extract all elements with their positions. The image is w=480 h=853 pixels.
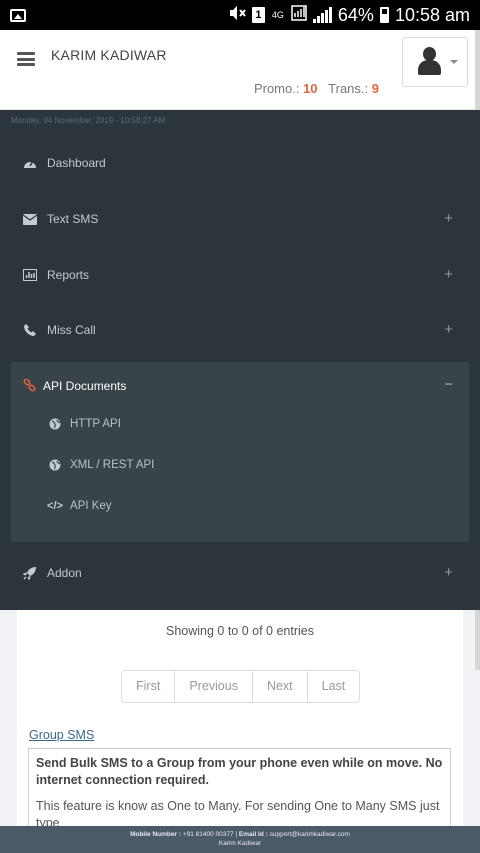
globe-icon (48, 417, 62, 431)
sidebar: Monday, 04 November, 2019 - 10:58:27 AM … (0, 110, 480, 610)
api-documents-group: API Documents − HTTP API XML / REST API … (11, 362, 469, 542)
expand-plus-icon[interactable]: + (444, 210, 453, 227)
rocket-icon (23, 566, 37, 580)
footer-email-label: Email Id : (238, 831, 268, 838)
sidebar-item-dashboard[interactable]: Dashboard (0, 143, 480, 183)
menu-toggle-icon[interactable] (17, 52, 35, 66)
caret-down-icon (450, 60, 458, 64)
group-sms-headline: Send Bulk SMS to a Group from your phone… (36, 756, 443, 787)
phone-icon (23, 323, 37, 337)
sms-credits: Promo.: 10 Trans.: 9 (254, 81, 379, 96)
sidebar-item-label: API Documents (43, 379, 127, 393)
avatar-icon (423, 47, 436, 61)
sidebar-subitem-label: HTTP API (70, 418, 121, 430)
sidebar-subitem-label: API Key (70, 500, 112, 512)
promo-label: Promo.: (253, 81, 300, 96)
sidebar-item-addon[interactable]: Addon + (0, 553, 480, 593)
user-menu-button[interactable] (402, 37, 468, 87)
data-icon (291, 4, 307, 26)
code-icon: </> (47, 500, 63, 512)
expand-plus-icon[interactable]: + (444, 266, 453, 283)
collapse-minus-icon[interactable]: − (444, 376, 453, 393)
battery-icon (379, 7, 389, 23)
bar-chart-icon (23, 268, 37, 282)
trans-count: 9 (371, 81, 379, 96)
footer-email-value[interactable]: support@karimkadiwar.com (270, 831, 350, 838)
user-name: KARIM KADIWAR (51, 47, 167, 63)
footer-mobile-value: +91 81400 00377 (182, 831, 234, 838)
pagination: First Previous Next Last (121, 670, 361, 703)
table-info: Showing 0 to 0 of 0 entries (165, 624, 314, 638)
envelope-icon (23, 212, 37, 226)
footer-owner: Karim Kadiwar (218, 840, 262, 847)
status-bar: 1 4G 64% 10:58 am (0, 0, 480, 30)
trans-label: Trans.: (328, 81, 369, 96)
sidebar-item-label: Dashboard (47, 156, 106, 170)
app-header: KARIM KADIWAR Promo.: 10 Trans.: 9 (0, 30, 480, 110)
expand-plus-icon[interactable]: + (444, 321, 453, 338)
sidebar-subitem-http-api[interactable]: HTTP API (11, 409, 469, 439)
current-datetime: Monday, 04 November, 2019 - 10:58:27 AM (11, 116, 166, 125)
sidebar-item-text-sms[interactable]: Text SMS + (0, 199, 480, 239)
clock: 10:58 am (394, 4, 470, 25)
link-icon (23, 379, 37, 393)
main-content: Showing 0 to 0 of 0 entries First Previo… (17, 610, 463, 838)
sidebar-item-label: Addon (47, 566, 82, 580)
sidebar-item-label: Miss Call (47, 323, 96, 337)
pagination-last-button[interactable]: Last (307, 671, 360, 702)
sidebar-item-api-documents[interactable]: API Documents − (11, 366, 469, 406)
globe-icon (48, 458, 62, 472)
pagination-previous-button[interactable]: Previous (175, 671, 253, 702)
dashboard-icon (23, 156, 37, 170)
group-sms-link[interactable]: Group SMS (29, 728, 94, 742)
expand-plus-icon[interactable]: + (444, 564, 453, 581)
pagination-first-button[interactable]: First (122, 671, 176, 702)
sidebar-subitem-xml-rest-api[interactable]: XML / REST API (11, 450, 469, 480)
promo-count: 10 (303, 81, 318, 96)
sidebar-item-label: Text SMS (47, 212, 99, 226)
sidebar-item-label: Reports (47, 268, 90, 282)
mute-icon (228, 5, 246, 26)
footer-mobile-label: Mobile Number : (130, 831, 181, 838)
sim-icon: 1 (251, 7, 265, 23)
footer-contact: Mobile Number : +91 81400 00377 | Email … (130, 831, 350, 838)
battery-percent: 64% (337, 4, 374, 25)
group-sms-description: Send Bulk SMS to a Group from your phone… (28, 748, 451, 838)
sidebar-item-reports[interactable]: Reports + (0, 255, 480, 295)
footer: Mobile Number : +91 81400 00377 | Email … (0, 826, 480, 853)
signal-icon (312, 7, 332, 23)
image-notification-icon (10, 8, 26, 22)
sidebar-item-miss-call[interactable]: Miss Call + (0, 310, 480, 350)
sidebar-subitem-api-key[interactable]: </> API Key (11, 491, 469, 521)
pagination-next-button[interactable]: Next (252, 671, 308, 702)
sidebar-subitem-label: XML / REST API (70, 459, 155, 471)
network-type-icon: 4G (271, 9, 284, 20)
